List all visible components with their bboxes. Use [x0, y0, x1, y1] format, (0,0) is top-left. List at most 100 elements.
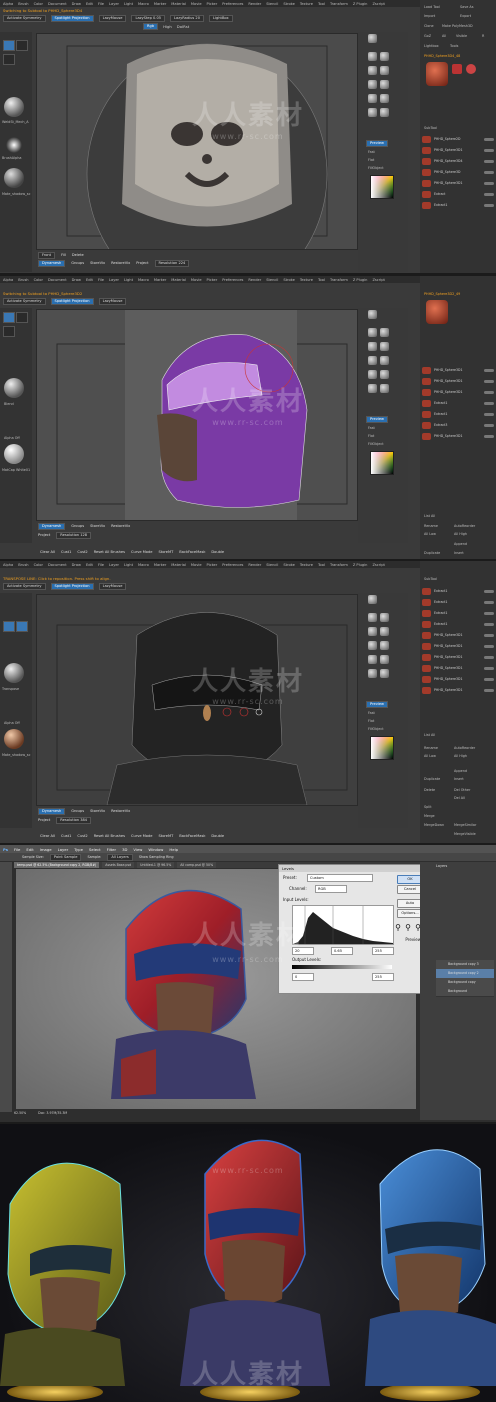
del-all-button[interactable]: Del All — [454, 796, 465, 800]
zbrush-menu-item[interactable]: Stroke — [283, 563, 294, 567]
brush-icon[interactable] — [380, 342, 389, 351]
zbrush-menu-item[interactable]: Document — [48, 278, 67, 282]
move-mode-button[interactable] — [16, 40, 28, 51]
zbrush-menu-item[interactable]: Macro — [138, 2, 149, 6]
brush-icon[interactable] — [380, 66, 389, 75]
zbrush-menu-item[interactable]: File — [98, 278, 104, 282]
rename-button[interactable]: Rename — [424, 746, 438, 750]
zbrush-menu-item[interactable]: Macro — [138, 278, 149, 282]
zbrush-menu-item[interactable]: Marker — [154, 278, 166, 282]
zbrush-menu-item[interactable]: Texture — [300, 563, 313, 567]
ps-menu-image[interactable]: Image — [40, 847, 52, 852]
sample-select[interactable]: All Layers — [107, 853, 133, 861]
brush-icon[interactable] — [368, 356, 377, 365]
tool-thumbnail[interactable] — [426, 62, 448, 86]
zbrush-menu-item[interactable]: Color — [34, 278, 43, 282]
draw-mode-button[interactable] — [3, 312, 15, 323]
ps-menu-filter[interactable]: Filter — [107, 847, 116, 852]
zbrush-menu-item[interactable]: Light — [124, 563, 133, 567]
zbrush-menu-item[interactable]: Alpha — [3, 563, 13, 567]
storemt-button[interactable]: StoreMT — [159, 834, 174, 838]
fast-button[interactable]: Fast — [368, 150, 375, 154]
scale-mode-button[interactable] — [3, 54, 15, 65]
front-button[interactable]: Front — [38, 251, 56, 259]
eye-icon[interactable] — [484, 203, 494, 207]
zbrush-menu-item[interactable]: Document — [48, 563, 67, 567]
zbrush-menu-item[interactable]: Tool — [318, 563, 325, 567]
brush-icon[interactable] — [368, 66, 377, 75]
flat-button[interactable]: Flat — [368, 434, 374, 438]
preview-button[interactable]: Preview — [366, 140, 388, 147]
brush-icon[interactable] — [380, 641, 389, 650]
brush-icon[interactable] — [368, 310, 377, 319]
subtool-row[interactable]: PHHD_Sphere3D — [422, 168, 494, 176]
restorevix-button[interactable]: RestoreVix — [111, 524, 130, 528]
zbrush-menu-item[interactable]: Preferences — [222, 278, 243, 282]
lazymouse-button[interactable]: LazyMouse — [98, 15, 127, 22]
zbrush-menu-item[interactable]: Draw — [72, 2, 81, 6]
zbrush-menu-item[interactable]: Texture — [300, 278, 313, 282]
clear-all-button[interactable]: Clear All — [40, 550, 55, 554]
list-all-button[interactable]: List All — [424, 514, 435, 518]
brush-icon[interactable] — [368, 627, 377, 636]
make-polymesh-button[interactable]: Make PolyMesh3D — [442, 24, 473, 28]
zbrush-menu-item[interactable]: Z Plugin — [353, 2, 368, 6]
clear-all-button[interactable]: Clear All — [40, 834, 55, 838]
zbrush-menu-item[interactable]: Light — [124, 278, 133, 282]
brush-icon[interactable] — [380, 80, 389, 89]
zbrush-menu-item[interactable]: Light — [124, 2, 133, 6]
eye-icon[interactable] — [484, 148, 494, 152]
storemt-button[interactable]: StoreMT — [159, 550, 174, 554]
zbrush-menu-item[interactable]: File — [98, 563, 104, 567]
zbrush-menu-item[interactable]: Brush — [18, 2, 28, 6]
backfacemask-button[interactable]: BackFaceMask — [179, 834, 205, 838]
brush-icon[interactable] — [380, 370, 389, 379]
zbrush-menu-item[interactable]: Material — [171, 2, 186, 6]
zbrush-menu-item[interactable]: Stroke — [283, 278, 294, 282]
lightbox-button[interactable]: LightBox — [209, 15, 233, 22]
zbrush-menu-item[interactable]: Edit — [86, 278, 93, 282]
move-mode-button[interactable] — [16, 621, 28, 632]
zbrush-menu-item[interactable]: Transform — [330, 2, 348, 6]
ps-menu-edit[interactable]: Edit — [26, 847, 33, 852]
ps-tab[interactable]: All comp.psd @ 50% — [177, 862, 217, 868]
brush-icon[interactable] — [368, 641, 377, 650]
curve-mode-button[interactable]: Curve Mode — [131, 550, 153, 554]
eye-icon[interactable] — [484, 170, 494, 174]
eye-icon[interactable] — [484, 644, 494, 648]
color-picker[interactable] — [370, 736, 394, 760]
subtool-row[interactable]: Extract1 — [422, 598, 494, 606]
restorevix-button[interactable]: RestoreVix — [111, 809, 130, 813]
zbrush-menu-item[interactable]: Layer — [109, 2, 119, 6]
all-low-button[interactable]: All Low — [424, 754, 436, 758]
rename-button[interactable]: Rename — [424, 524, 438, 528]
material-thumb[interactable] — [4, 168, 24, 188]
zbrush-menu-item[interactable]: Stencil — [266, 2, 278, 6]
double-button[interactable]: Double — [211, 550, 224, 554]
zbrush-menu-item[interactable]: Render — [248, 563, 261, 567]
mergedown-button[interactable]: MergeDown — [424, 823, 444, 827]
zbrush-menu-item[interactable]: Material — [171, 278, 186, 282]
brush-icon[interactable] — [368, 328, 377, 337]
backfacemask-button[interactable]: BackFaceMask — [179, 550, 205, 554]
duplicate-button[interactable]: Duplicate — [424, 551, 440, 555]
brush-icon[interactable] — [368, 370, 377, 379]
mergesimilar-button[interactable]: MergeSimilar — [454, 823, 476, 827]
brush-icon[interactable] — [380, 356, 389, 365]
storevix-button[interactable]: StoreVix — [90, 261, 105, 265]
sample-size-select[interactable]: Point Sample — [49, 853, 82, 861]
zbrush-menu-item[interactable]: Z Plugin — [353, 278, 368, 282]
zbrush-menu-item[interactable]: Picker — [207, 278, 218, 282]
visible-button[interactable]: Visible — [456, 34, 467, 38]
zbrush-menu-item[interactable]: Stencil — [266, 278, 278, 282]
subtool-row[interactable]: PHHD_Sphere3D1 — [422, 432, 494, 440]
zbrush-menu-item[interactable]: Draw — [72, 563, 81, 567]
zbrush-menu-item[interactable]: Edit — [86, 563, 93, 567]
mergevisible-button[interactable]: MergeVisible — [454, 832, 476, 836]
project-button[interactable]: Project — [38, 533, 50, 537]
double-button[interactable]: Double — [211, 834, 224, 838]
fillobject-button[interactable]: FillObject — [368, 727, 384, 731]
zbrush-menu-item[interactable]: Preferences — [222, 2, 243, 6]
zoom-level[interactable]: 62.50% — [14, 1111, 26, 1115]
rgb-button[interactable]: Rgb — [143, 23, 159, 30]
